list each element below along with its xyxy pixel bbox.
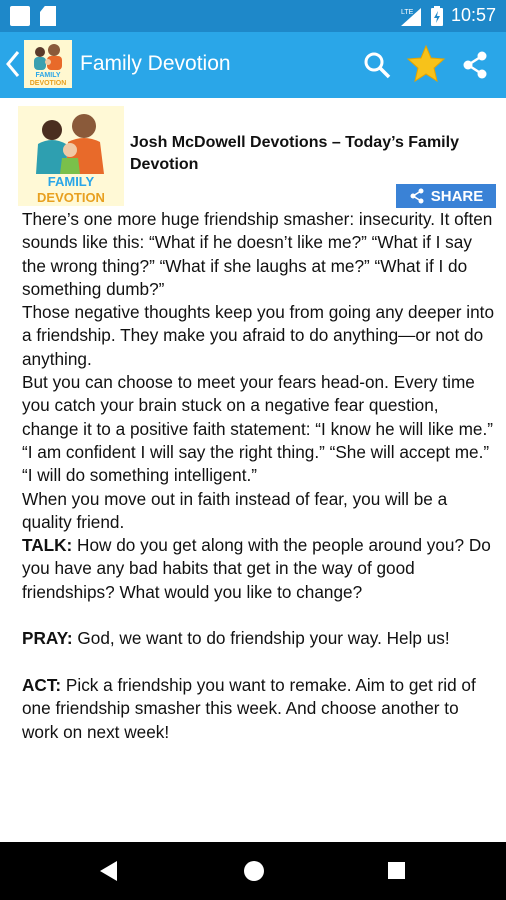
share-small-icon [410,188,424,204]
recents-square-icon[interactable] [388,862,405,879]
paragraph: There’s one more huge friendship smasher… [22,209,493,299]
svg-text:DEVOTION: DEVOTION [30,80,67,87]
post-title: Josh McDowell Devotions – Today’s Family… [130,134,459,173]
act-paragraph: ACT: Pick a friendship you want to remak… [22,674,496,744]
back-triangle-icon[interactable] [100,861,117,881]
navigation-bar [0,842,506,900]
share-label: SHARE [430,187,484,205]
share-icon[interactable] [460,50,490,80]
paragraph: When you move out in faith instead of fe… [22,488,448,532]
devotion-content[interactable]: FAMILY DEVOTION Josh McDowell Devotions … [0,98,506,842]
talk-paragraph: TALK: How do you get along with the peop… [22,534,496,604]
status-right-icons: LTE 10:57 [399,5,496,26]
status-time: 10:57 [450,5,496,25]
talk-label: TALK: [22,535,73,556]
app-logo: FAMILY DEVOTION [24,40,72,88]
share-button[interactable]: SHARE [396,184,496,208]
battery-icon [430,5,443,26]
search-icon[interactable] [362,50,392,80]
act-text: Pick a friendship you want to remake. Ai… [22,674,476,742]
sd-card-icon [40,6,56,26]
status-bar: LTE 10:57 [0,0,506,32]
act-label: ACT: [22,674,62,695]
svg-text:DEVOTION: DEVOTION [37,190,105,205]
family-devotion-image: FAMILY DEVOTION [18,106,124,206]
devotion-body: There’s one more huge friendship smasher… [22,208,496,744]
lte-signal-icon: LTE [399,6,421,26]
pray-label: PRAY: [22,628,73,649]
notification-square-icon [10,6,30,26]
pray-paragraph: PRAY: God, we want to do friendship your… [22,627,496,650]
star-icon[interactable] [406,44,446,84]
svg-text:FAMILY: FAMILY [35,72,60,79]
svg-text:FAMILY: FAMILY [48,174,95,189]
back-chevron-icon[interactable] [4,46,22,82]
app-bar: FAMILY DEVOTION Family Devotion [0,32,506,98]
family-logo-image: FAMILY DEVOTION [24,40,72,88]
status-left-icons [10,6,56,26]
talk-text: How do you get along with the people aro… [22,535,491,602]
paragraph: But you can choose to meet your fears he… [22,372,493,486]
paragraph: Those negative thoughts keep you from go… [22,302,495,369]
post-thumbnail: FAMILY DEVOTION [18,106,124,206]
svg-text:LTE: LTE [401,9,414,16]
pray-text: God, we want to do friendship your way. … [72,628,450,649]
home-circle-icon[interactable] [244,861,264,881]
app-title: Family Devotion [80,52,231,75]
